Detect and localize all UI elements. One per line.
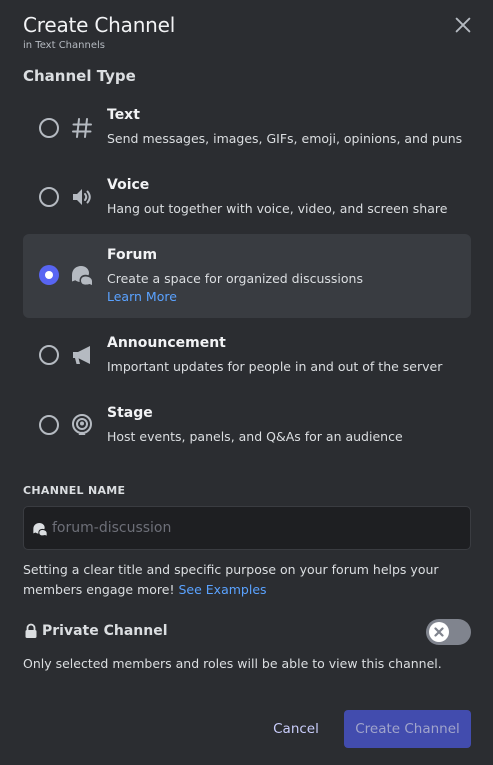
close-icon	[434, 627, 444, 637]
channel-name-field[interactable]	[23, 506, 471, 550]
channel-type-label: Channel Type	[23, 67, 136, 85]
channel-type-option-forum[interactable]: Forum Create a space for organized discu…	[23, 234, 471, 318]
option-title: Announcement	[107, 335, 226, 351]
radio-forum[interactable]	[39, 265, 59, 285]
hash-icon	[72, 118, 92, 138]
lock-icon	[25, 623, 37, 638]
channel-name-help: Setting a clear title and specific purpo…	[23, 560, 453, 600]
speaker-icon	[73, 189, 91, 205]
radio-voice[interactable]	[39, 187, 59, 207]
stage-icon	[72, 414, 92, 435]
channel-type-option-announcement[interactable]: Announcement Important updates for peopl…	[23, 325, 471, 387]
close-icon[interactable]	[452, 14, 474, 36]
radio-text[interactable]	[39, 118, 59, 138]
channel-type-option-text[interactable]: Text Send messages, images, GIFs, emoji,…	[23, 97, 471, 159]
radio-stage[interactable]	[39, 415, 59, 435]
option-title: Text	[107, 107, 140, 123]
modal-title: Create Channel	[23, 13, 176, 37]
option-description: Important updates for people in and out …	[107, 359, 443, 374]
option-title: Voice	[107, 177, 150, 193]
learn-more-link[interactable]: Learn More	[107, 289, 177, 304]
option-description: Send messages, images, GIFs, emoji, opin…	[107, 131, 463, 146]
forum-icon	[33, 523, 47, 536]
channel-type-option-stage[interactable]: Stage Host events, panels, and Q&As for …	[23, 395, 471, 457]
toggle-knob	[429, 622, 449, 642]
option-description: Create a space for organized discussions	[107, 271, 363, 286]
see-examples-link[interactable]: See Examples	[178, 582, 266, 597]
channel-name-input[interactable]	[52, 507, 462, 549]
channel-type-option-voice[interactable]: Voice Hang out together with voice, vide…	[23, 167, 471, 229]
forum-icon	[72, 266, 92, 285]
option-description: Host events, panels, and Q&As for an aud…	[107, 429, 403, 444]
private-channel-toggle[interactable]	[426, 619, 471, 645]
option-title: Stage	[107, 405, 153, 421]
radio-announcement[interactable]	[39, 345, 59, 365]
create-channel-modal: Create Channel in Text Channels Channel …	[0, 0, 493, 765]
create-channel-button[interactable]: Create Channel	[344, 710, 471, 748]
private-channel-label: Private Channel	[42, 623, 168, 639]
megaphone-icon	[73, 346, 90, 364]
option-title: Forum	[107, 247, 158, 263]
private-channel-description: Only selected members and roles will be …	[23, 656, 442, 671]
option-description: Hang out together with voice, video, and…	[107, 201, 448, 216]
channel-name-label: CHANNEL NAME	[23, 484, 126, 497]
cancel-button[interactable]: Cancel	[262, 711, 330, 747]
modal-subtitle: in Text Channels	[23, 40, 105, 51]
